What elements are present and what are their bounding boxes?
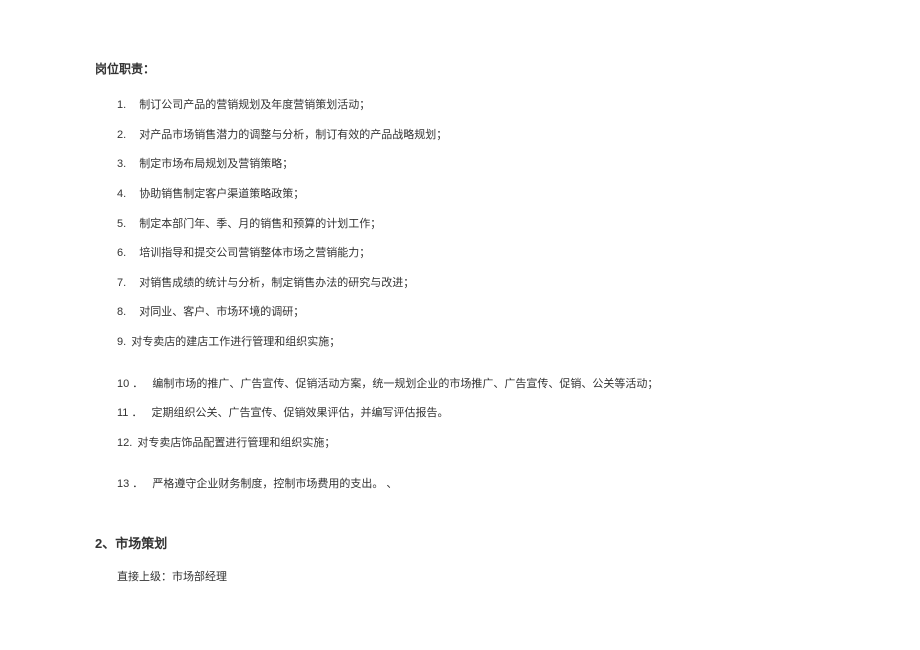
item-number: 11 ． [117, 407, 142, 419]
item-number: 6. [117, 247, 126, 259]
section-title: 岗位职责： [95, 60, 830, 79]
list-item: 6. 培训指导和提交公司营销整体市场之营销能力； [117, 245, 830, 263]
sub-heading: 2、市场策划 [95, 534, 830, 555]
list-item: 12. 对专卖店饰品配置进行管理和组织实施； [117, 435, 830, 453]
item-number: 1. [117, 99, 126, 111]
list-item: 1. 制订公司产品的营销规划及年度营销策划活动； [117, 97, 830, 115]
item-number: 8. [117, 306, 126, 318]
item-number: 2. [117, 129, 126, 141]
item-number: 5. [117, 218, 126, 230]
item-text: 对专卖店的建店工作进行管理和组织实施； [131, 336, 340, 348]
list-item: 8. 对同业、客户、市场环境的调研； [117, 304, 830, 322]
list-item: 3. 制定市场布局规划及营销策略； [117, 156, 830, 174]
item-text: 制定本部门年、季、月的销售和预算的计划工作； [139, 218, 381, 230]
item-text: 定期组织公关、广告宣传、促销效果评估，并编写评估报告。 [152, 407, 449, 419]
list-item: 10 ． 编制市场的推广、广告宣传、促销活动方案，统一规划企业的市场推广、广告宣… [117, 376, 830, 394]
list-item: 13 ． 严格遵守企业财务制度，控制市场费用的支出。 、 [117, 476, 830, 494]
item-number: 9. [117, 336, 126, 348]
list-item: 11 ． 定期组织公关、广告宣传、促销效果评估，并编写评估报告。 [117, 405, 830, 423]
item-number: 7. [117, 277, 126, 289]
item-text: 严格遵守企业财务制度，控制市场费用的支出。 、 [152, 478, 397, 490]
item-text: 制定市场布局规划及营销策略； [139, 158, 293, 170]
document-page: 岗位职责： 1. 制订公司产品的营销规划及年度营销策划活动； 2. 对产品市场销… [0, 0, 920, 626]
sub-line: 直接上级：市场部经理 [95, 569, 830, 587]
item-text: 对同业、客户、市场环境的调研； [139, 306, 304, 318]
item-text: 编制市场的推广、广告宣传、促销活动方案，统一规划企业的市场推广、广告宣传、促销、… [152, 378, 658, 390]
list-item: 9. 对专卖店的建店工作进行管理和组织实施； [117, 334, 830, 352]
list-item: 2. 对产品市场销售潜力的调整与分析，制订有效的产品战略规划； [117, 127, 830, 145]
item-number: 4. [117, 188, 126, 200]
duties-list: 1. 制订公司产品的营销规划及年度营销策划活动； 2. 对产品市场销售潜力的调整… [95, 97, 830, 494]
item-text: 对专卖店饰品配置进行管理和组织实施； [137, 437, 335, 449]
item-text: 对销售成绩的统计与分析，制定销售办法的研究与改进； [139, 277, 414, 289]
item-number: 12. [117, 437, 132, 449]
item-text: 培训指导和提交公司营销整体市场之营销能力； [139, 247, 370, 259]
list-item: 7. 对销售成绩的统计与分析，制定销售办法的研究与改进； [117, 275, 830, 293]
item-number: 3. [117, 158, 126, 170]
item-number: 13 ． [117, 478, 143, 490]
list-item: 5. 制定本部门年、季、月的销售和预算的计划工作； [117, 216, 830, 234]
item-text: 协助销售制定客户渠道策略政策； [139, 188, 304, 200]
item-number: 10 ． [117, 378, 143, 390]
list-item: 4. 协助销售制定客户渠道策略政策； [117, 186, 830, 204]
item-text: 制订公司产品的营销规划及年度营销策划活动； [139, 99, 370, 111]
item-text: 对产品市场销售潜力的调整与分析，制订有效的产品战略规划； [139, 129, 447, 141]
